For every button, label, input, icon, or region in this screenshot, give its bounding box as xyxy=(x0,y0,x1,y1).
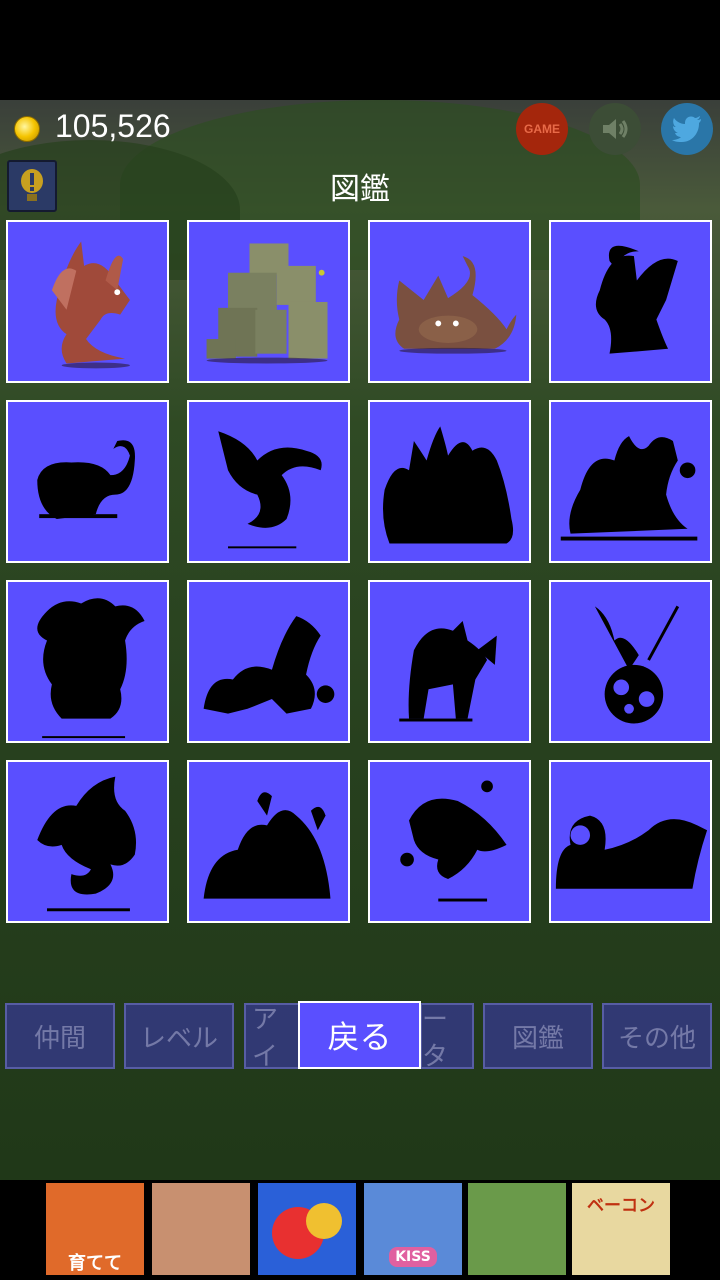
serpent-silhouette-icon xyxy=(37,440,135,520)
monster-card-12[interactable] xyxy=(549,580,712,743)
ad-text: ベーコン xyxy=(587,1196,655,1216)
page-title: 図鑑 xyxy=(330,172,390,207)
slime-mound-silhouette-icon xyxy=(203,792,331,899)
menu-label: 図鑑 xyxy=(511,1023,564,1054)
sound-button[interactable] xyxy=(589,103,641,155)
monster-card-7[interactable] xyxy=(368,400,531,563)
menu-label: アイ xyxy=(252,1005,279,1072)
ad-text: KISS xyxy=(389,1247,437,1267)
stone-golem-icon xyxy=(206,243,328,364)
monster-card-5[interactable] xyxy=(6,400,169,563)
menu-button-other[interactable]: その他 xyxy=(602,1003,712,1069)
monster-card-3[interactable] xyxy=(368,220,531,383)
sea-serpent-silhouette-icon xyxy=(555,815,708,889)
monster-card-4[interactable] xyxy=(549,220,712,383)
menu-label: その他 xyxy=(617,1023,696,1054)
monster-card-11[interactable] xyxy=(368,580,531,743)
status-bar xyxy=(0,0,720,100)
chaos-beast-silhouette-icon xyxy=(560,436,698,541)
menu-label: レベル xyxy=(139,1023,218,1054)
eastern-dragon-silhouette-icon xyxy=(203,616,335,714)
menu-button-companions[interactable]: 仲間 xyxy=(5,1003,115,1069)
twitter-bird-icon xyxy=(672,116,701,142)
monster-card-16[interactable] xyxy=(549,760,712,923)
twitter-button[interactable] xyxy=(661,103,713,155)
anime-girl-ad-icon[interactable]: KISS xyxy=(364,1183,462,1275)
bacon-ad-icon[interactable]: ベーコン xyxy=(572,1183,670,1275)
monster-card-10[interactable] xyxy=(187,580,350,743)
red-dragon-icon xyxy=(51,241,130,369)
game-button-label: GAME xyxy=(524,122,560,136)
menu-label: 仲間 xyxy=(33,1023,86,1054)
speaker-icon xyxy=(603,119,628,139)
winged-demon-silhouette-icon xyxy=(595,245,678,354)
game-button[interactable]: GAME xyxy=(516,103,568,155)
dragon-head-silhouette-icon xyxy=(400,780,507,902)
wyvern-silhouette-icon xyxy=(37,776,137,912)
coin-icon xyxy=(14,116,40,142)
menu-button-data[interactable]: ータ xyxy=(420,1003,474,1072)
candy-icon xyxy=(258,1183,356,1275)
menu-button-bestiary[interactable]: 図鑑 xyxy=(483,1003,593,1069)
centaur-knight-silhouette-icon xyxy=(399,621,497,722)
menu-button-item[interactable]: アイ xyxy=(244,1003,300,1072)
romance-ad-icon[interactable] xyxy=(152,1183,250,1275)
monster-card-8[interactable] xyxy=(549,400,712,563)
menu-label: ータ xyxy=(422,1005,449,1072)
ad-text: 育てて xyxy=(68,1253,122,1274)
monster-card-1[interactable] xyxy=(6,220,169,383)
hydra-silhouette-icon xyxy=(383,426,514,544)
monster-card-6[interactable] xyxy=(187,400,350,563)
phoenix-silhouette-icon xyxy=(218,431,322,549)
back-button[interactable]: 戻る xyxy=(298,1001,421,1069)
monster-card-15[interactable] xyxy=(368,760,531,923)
monster-card-13[interactable] xyxy=(6,760,169,923)
candy-ad-icon[interactable] xyxy=(258,1183,356,1275)
menu-button-level[interactable]: レベル xyxy=(124,1003,234,1069)
coin-count: 105,526 xyxy=(55,108,171,144)
back-button-label: 戻る xyxy=(327,1018,392,1056)
brown-dragon-icon xyxy=(395,256,517,354)
monster-card-2[interactable] xyxy=(187,220,350,383)
monster-card-9[interactable] xyxy=(6,580,169,743)
tree-monster-silhouette-icon xyxy=(37,598,145,739)
adventure-ad-icon[interactable] xyxy=(468,1183,566,1275)
knight-on-orb-silhouette-icon xyxy=(594,605,680,724)
clash-ad-icon[interactable]: 育てて xyxy=(46,1183,144,1275)
monster-card-14[interactable] xyxy=(187,760,350,923)
